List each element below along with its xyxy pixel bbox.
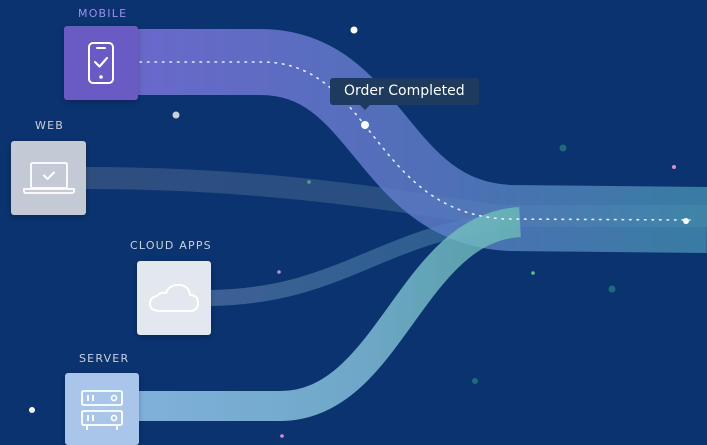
event-dot-destination [683,218,689,224]
server-icon [81,390,123,430]
source-tile-server[interactable] [65,373,139,445]
star [559,144,567,152]
star [672,165,676,169]
source-label-server: SERVER [79,352,130,365]
laptop-check-icon [22,162,75,194]
star [29,407,35,413]
star [531,271,535,275]
source-label-mobile: MOBILE [78,7,128,20]
source-tile-mobile[interactable] [64,26,138,100]
cloud-icon [149,284,199,312]
star [172,111,180,119]
star [277,270,281,274]
source-tile-cloud[interactable] [137,261,211,335]
event-tooltip-label: Order Completed [344,83,465,99]
event-tooltip-pointer [359,104,371,110]
source-label-web: WEB [35,119,64,132]
source-tile-web[interactable] [11,141,86,215]
star [350,26,358,34]
star [280,434,284,438]
smartphone-check-icon [88,42,114,84]
star [608,285,616,293]
star [472,378,478,384]
source-label-cloud: CLOUD APPS [130,239,212,252]
event-tooltip: Order Completed [330,78,479,105]
event-dot [361,121,369,129]
